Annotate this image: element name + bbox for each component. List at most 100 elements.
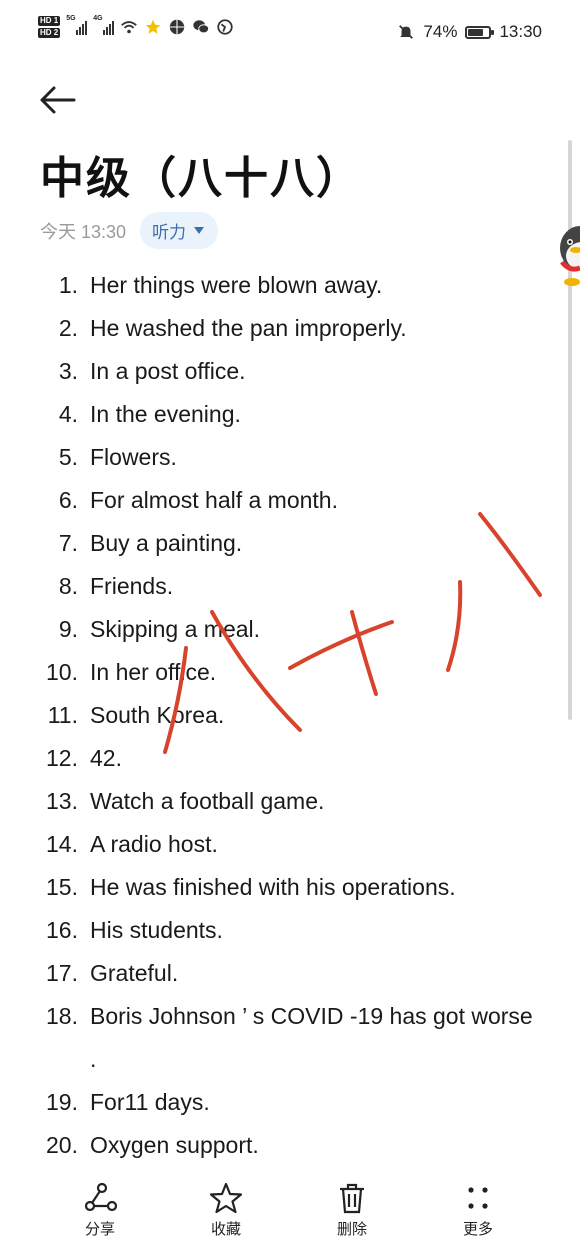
share-button[interactable]: 分享	[60, 1182, 140, 1239]
answer-number: 15.	[46, 874, 78, 900]
battery-percent: 74%	[423, 22, 458, 41]
answer-text: In her office.	[90, 659, 217, 685]
answer-number: 2.	[58, 315, 78, 341]
answer-text: South Korea.	[90, 702, 225, 728]
star-icon	[209, 1182, 243, 1214]
category-dropdown[interactable]: 听力	[140, 212, 219, 249]
answer-item: 11. South Korea.	[40, 694, 540, 737]
answer-item: 8. Friends.	[40, 565, 540, 608]
battery-fill	[468, 28, 484, 36]
answer-text: A radio host.	[90, 831, 218, 857]
mute-bell-icon	[399, 25, 414, 39]
answer-number: 11.	[47, 702, 78, 728]
answer-number: 9.	[58, 616, 78, 642]
star-app-icon	[146, 19, 161, 34]
answer-text: He washed the pan improperly.	[90, 315, 407, 341]
answer-number: 10.	[46, 659, 78, 685]
signal-4g-icon: 4G	[93, 15, 115, 35]
answer-item: 5. Flowers.	[40, 436, 540, 479]
sim1-badge: HD 1	[38, 16, 61, 26]
wechat-icon	[193, 20, 210, 34]
answer-text: 42.	[90, 745, 122, 771]
answer-item: 16. His students.	[40, 909, 540, 952]
note-title: 中级（八十八）	[40, 153, 362, 204]
answer-number: 6.	[58, 487, 78, 513]
answer-item: 19. For11 days.	[40, 1081, 540, 1124]
answer-text: Buy a painting.	[90, 530, 243, 556]
answer-item: 4. In the evening.	[40, 393, 540, 436]
answer-text: Oxygen support.	[90, 1132, 259, 1158]
answer-item: 9. Skipping a meal.	[40, 608, 540, 651]
answer-text: Flowers.	[90, 444, 177, 470]
answer-number: 1.	[58, 272, 78, 298]
answer-text: Boris Johnson ’ s COVID -19 has got wors…	[90, 1003, 533, 1072]
floating-mascot-icon[interactable]	[556, 218, 580, 288]
status-right: 74% 13:30	[397, 22, 542, 42]
more-dots-icon	[468, 1187, 488, 1209]
network1-label: 5G	[66, 15, 76, 22]
more-button[interactable]: 更多	[438, 1182, 518, 1239]
answer-number: 19.	[46, 1089, 78, 1115]
trash-icon	[340, 1183, 364, 1214]
network2-label: 4G	[93, 15, 103, 22]
answer-text: In a post office.	[90, 358, 246, 384]
answer-text: For almost half a month.	[90, 487, 338, 513]
status-left: HD 1 HD 2 5G 4G	[38, 15, 234, 38]
vpn-globe-icon	[217, 19, 233, 35]
answer-item: 18. Boris Johnson ’ s COVID -19 has got w…	[40, 995, 540, 1081]
favorite-button[interactable]: 收藏	[186, 1182, 266, 1239]
answer-text: For11 days.	[90, 1089, 210, 1115]
answer-item: 15. He was finished with his operations.	[40, 866, 540, 909]
answer-text: Grateful.	[90, 960, 179, 986]
answer-item: 13. Watch a football game.	[40, 780, 540, 823]
favorite-label: 收藏	[210, 1220, 241, 1238]
status-bar: HD 1 HD 2 5G 4G 74% 13:30	[0, 0, 580, 66]
answer-number: 13.	[46, 788, 78, 814]
bottom-toolbar: 分享 收藏 删除 更多	[0, 1176, 580, 1257]
answer-item: 1. Her things were blown away.	[40, 264, 540, 307]
answer-item: 12. 42.	[40, 737, 540, 780]
category-label: 听力	[152, 223, 187, 243]
note-meta: 今天 13:30 听力	[40, 212, 219, 249]
answer-number: 8.	[58, 573, 78, 599]
delete-label: 删除	[336, 1220, 367, 1238]
back-arrow-icon[interactable]	[38, 84, 78, 116]
answer-text: Watch a football game.	[90, 788, 325, 814]
answer-number: 17.	[46, 960, 78, 986]
more-label: 更多	[462, 1220, 493, 1238]
signal-5g-icon: 5G	[66, 15, 88, 35]
answer-text: His students.	[90, 917, 223, 943]
answer-number: 5.	[58, 444, 78, 470]
share-label: 分享	[84, 1220, 115, 1238]
answer-text: Friends.	[90, 573, 174, 599]
answer-item: 7. Buy a painting.	[40, 522, 540, 565]
basketball-app-icon	[170, 19, 185, 35]
answer-number: 12.	[46, 745, 78, 771]
answer-list: 1. Her things were blown away. 2. He washed…	[40, 264, 540, 1167]
dropdown-arrow-icon	[194, 227, 205, 234]
answer-item: 6. For almost half a month.	[40, 479, 540, 522]
answer-item: 17. Grateful.	[40, 952, 540, 995]
answer-number: 20.	[46, 1132, 78, 1158]
delete-button[interactable]: 删除	[312, 1182, 392, 1239]
answer-number: 18.	[46, 1003, 78, 1029]
answer-number: 16.	[46, 917, 78, 943]
answer-item: 14. A radio host.	[40, 823, 540, 866]
answer-number: 7.	[58, 530, 78, 556]
answer-number: 4.	[58, 401, 78, 427]
note-date: 今天 13:30	[40, 221, 127, 242]
answer-number: 3.	[58, 358, 78, 384]
answer-item: 20. Oxygen support.	[40, 1124, 540, 1167]
answer-item: 2. He washed the pan improperly.	[40, 307, 540, 350]
clock: 13:30	[499, 22, 542, 41]
answer-text: Her things were blown away.	[90, 272, 383, 298]
answer-text: In the evening.	[90, 401, 241, 427]
share-icon	[84, 1182, 118, 1212]
sim-indicators: HD 1 HD 2	[38, 16, 61, 38]
sim2-badge: HD 2	[38, 28, 61, 38]
answer-text: Skipping a meal.	[90, 616, 261, 642]
answer-item: 3. In a post office.	[40, 350, 540, 393]
answer-text: He was finished with his operations.	[90, 874, 456, 900]
answer-number: 14.	[46, 831, 78, 857]
wifi-icon	[121, 21, 138, 34]
